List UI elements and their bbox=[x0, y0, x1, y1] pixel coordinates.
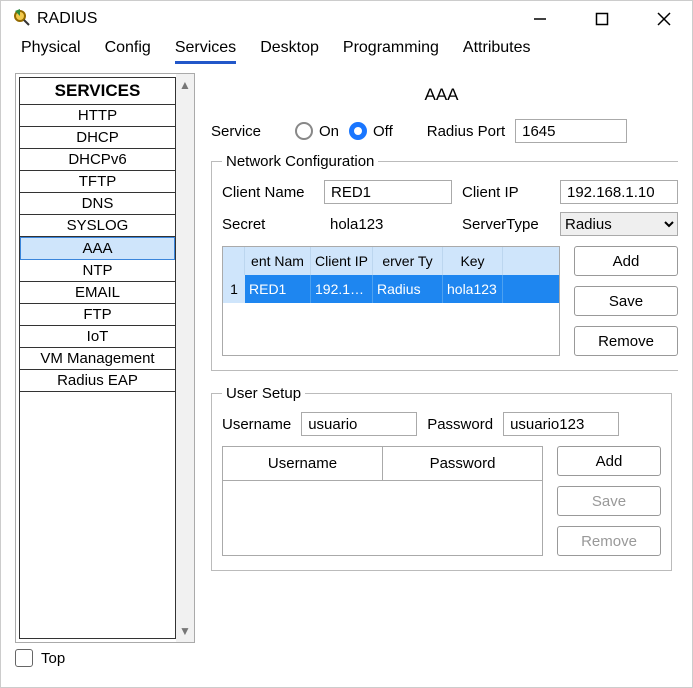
radius-port-input[interactable] bbox=[515, 119, 627, 143]
service-label: Service bbox=[211, 123, 285, 140]
tab-attributes[interactable]: Attributes bbox=[463, 39, 531, 64]
sidebar-header: SERVICES bbox=[20, 78, 175, 105]
sidebar-item-syslog[interactable]: SYSLOG bbox=[20, 215, 175, 237]
network-clients-table[interactable]: ent Nam Client IP erver Ty Key 1 RED1 19… bbox=[222, 246, 560, 356]
nc-add-button[interactable]: Add bbox=[574, 246, 678, 276]
sidebar-item-http[interactable]: HTTP bbox=[20, 105, 175, 127]
password-input[interactable] bbox=[503, 412, 619, 436]
th-username: Username bbox=[223, 447, 383, 480]
th-password: Password bbox=[383, 447, 542, 480]
sidebar-item-email[interactable]: EMAIL bbox=[20, 282, 175, 304]
username-label: Username bbox=[222, 416, 291, 433]
us-remove-button[interactable]: Remove bbox=[557, 526, 661, 556]
tab-desktop[interactable]: Desktop bbox=[260, 39, 319, 64]
app-icon bbox=[11, 7, 31, 31]
user-setup-group: User Setup Username Password Username Pa… bbox=[211, 385, 672, 571]
us-add-button[interactable]: Add bbox=[557, 446, 661, 476]
minimize-button[interactable] bbox=[522, 5, 558, 33]
close-button[interactable] bbox=[646, 5, 682, 33]
services-sidebar: SERVICES HTTP DHCP DHCPv6 TFTP DNS SYSLO… bbox=[15, 73, 195, 643]
sidebar-item-iot[interactable]: IoT bbox=[20, 326, 175, 348]
sidebar-scrollbar[interactable]: ▲ ▼ bbox=[176, 74, 194, 642]
network-config-legend: Network Configuration bbox=[222, 153, 378, 170]
th-key: Key bbox=[443, 247, 503, 275]
sidebar-item-dns[interactable]: DNS bbox=[20, 193, 175, 215]
titlebar: RADIUS bbox=[1, 1, 692, 37]
sidebar-item-aaa[interactable]: AAA bbox=[20, 237, 175, 260]
th-client-name: ent Nam bbox=[245, 247, 311, 275]
top-checkbox[interactable] bbox=[15, 649, 33, 667]
radius-port-label: Radius Port bbox=[427, 123, 505, 140]
sidebar-item-vm-management[interactable]: VM Management bbox=[20, 348, 175, 370]
sidebar-item-tftp[interactable]: TFTP bbox=[20, 171, 175, 193]
top-tabs: Physical Config Services Desktop Program… bbox=[1, 37, 692, 65]
tab-programming[interactable]: Programming bbox=[343, 39, 439, 64]
client-ip-input[interactable] bbox=[560, 180, 678, 204]
secret-input[interactable] bbox=[324, 212, 452, 236]
scroll-down-icon[interactable]: ▼ bbox=[179, 624, 191, 638]
sidebar-item-dhcp[interactable]: DHCP bbox=[20, 127, 175, 149]
password-label: Password bbox=[427, 416, 493, 433]
server-type-label: ServerType bbox=[462, 216, 550, 233]
user-setup-legend: User Setup bbox=[222, 385, 305, 402]
th-server-type: erver Ty bbox=[373, 247, 443, 275]
username-input[interactable] bbox=[301, 412, 417, 436]
tab-services[interactable]: Services bbox=[175, 39, 236, 64]
sidebar-item-dhcpv6[interactable]: DHCPv6 bbox=[20, 149, 175, 171]
nc-save-button[interactable]: Save bbox=[574, 286, 678, 316]
tab-config[interactable]: Config bbox=[105, 39, 151, 64]
client-name-input[interactable] bbox=[324, 180, 452, 204]
tab-physical[interactable]: Physical bbox=[21, 39, 81, 64]
nc-remove-button[interactable]: Remove bbox=[574, 326, 678, 356]
client-ip-label: Client IP bbox=[462, 184, 550, 201]
page-title: AAA bbox=[211, 73, 672, 119]
off-label: Off bbox=[373, 123, 393, 140]
on-label: On bbox=[319, 123, 339, 140]
window-title: RADIUS bbox=[37, 10, 97, 28]
users-table[interactable]: Username Password bbox=[222, 446, 543, 556]
sidebar-item-ntp[interactable]: NTP bbox=[20, 260, 175, 282]
top-label: Top bbox=[41, 650, 65, 667]
sidebar-item-ftp[interactable]: FTP bbox=[20, 304, 175, 326]
th-client-ip: Client IP bbox=[311, 247, 373, 275]
table-row[interactable]: 1 RED1 192.1… Radius hola123 bbox=[223, 275, 559, 303]
server-type-select[interactable]: Radius bbox=[560, 212, 678, 236]
secret-label: Secret bbox=[222, 216, 314, 233]
scroll-up-icon[interactable]: ▲ bbox=[179, 78, 191, 92]
network-configuration-group: Network Configuration Client Name Client… bbox=[211, 153, 678, 371]
sidebar-item-radius-eap[interactable]: Radius EAP bbox=[20, 370, 175, 392]
service-off-radio[interactable] bbox=[349, 122, 367, 140]
maximize-button[interactable] bbox=[584, 5, 620, 33]
us-save-button[interactable]: Save bbox=[557, 486, 661, 516]
client-name-label: Client Name bbox=[222, 184, 314, 201]
service-on-radio[interactable] bbox=[295, 122, 313, 140]
